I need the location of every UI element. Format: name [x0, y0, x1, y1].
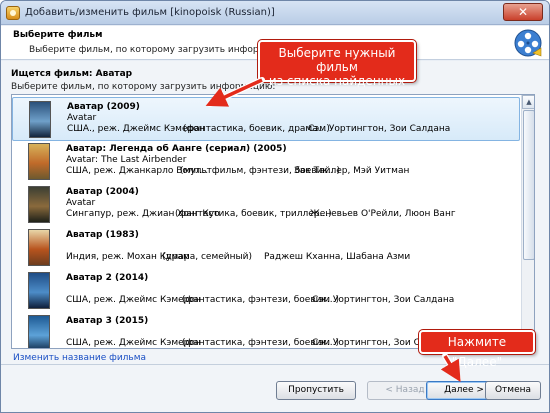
callout-press-next: Нажмите "Далее": [419, 330, 535, 369]
poster-thumbnail: [28, 186, 50, 223]
cancel-button[interactable]: Отмена: [485, 381, 541, 400]
result-country-director: США, реж. Джеймс Кэмерон: [66, 338, 201, 348]
result-original-title: Avatar: The Last Airbender: [66, 155, 187, 165]
poster-thumbnail: [29, 101, 51, 138]
result-row[interactable]: Аватар (2004) Avatar Сингапур, реж. Джиан …: [12, 183, 520, 227]
result-actors: Зак Тайлер, Мэй Уитман: [294, 166, 410, 176]
result-actors: Раджеш Кханна, Шабана Азми: [264, 252, 411, 262]
title-bar[interactable]: Добавить/изменить фильм [kinopoisk (Russ…: [1, 1, 549, 25]
result-title: Аватар (2009): [67, 102, 140, 112]
result-title: Аватар: Легенда об Аанге (сериал) (2005): [66, 144, 287, 154]
result-row[interactable]: Аватар: Легенда об Аанге (сериал) (2005)…: [12, 140, 520, 184]
skip-button[interactable]: Пропустить: [276, 381, 356, 400]
header-subtitle: Выберите фильм, по которому загрузить ин…: [29, 45, 294, 55]
scrollbar-thumb[interactable]: [523, 110, 534, 260]
search-subtitle: Выберите фильм, по которому загрузить ин…: [11, 82, 276, 92]
edit-title-link[interactable]: Изменить название фильма: [13, 353, 146, 363]
result-title: Аватар 2 (2014): [66, 273, 149, 283]
poster-thumbnail: [28, 272, 50, 309]
scrollbar[interactable]: ▲ ▼: [521, 95, 534, 348]
app-icon: [6, 6, 20, 20]
result-original-title: Avatar: [66, 198, 96, 208]
result-title: Аватар (1983): [66, 230, 139, 240]
result-original-title: Avatar: [67, 113, 97, 123]
callout-select-film: Выберите нужный фильм из списка найденны…: [258, 40, 416, 88]
result-country-director: США, реж. Джеймс Кэмерон: [66, 295, 201, 305]
result-actors: Сэм Уортингтон, Зои Салдана: [308, 124, 451, 134]
result-actors: Сэм Уортингтон, Зои Салдана: [312, 295, 455, 305]
close-button[interactable]: ✕: [503, 3, 543, 21]
poster-thumbnail: [28, 229, 50, 266]
result-genres: (драма, семейный): [162, 252, 252, 262]
callout-select-line2: из списка найденных: [268, 74, 406, 88]
scroll-up-icon[interactable]: ▲: [522, 95, 534, 109]
poster-thumbnail: [28, 143, 50, 180]
result-row[interactable]: Аватар (2009) Avatar США., реж. Джеймс Кэм…: [12, 97, 520, 141]
result-row[interactable]: Аватар 2 (2014) США, реж. Джеймс Кэмерон(…: [12, 269, 520, 313]
poster-thumbnail: [28, 315, 50, 348]
search-title: Ищется фильм: Аватар: [11, 69, 133, 79]
result-actors: Женевьев О'Рейли, Люон Ванг: [310, 209, 456, 219]
header-title: Выберите фильм: [13, 30, 103, 40]
film-reel-icon: [514, 29, 542, 57]
results-list[interactable]: Аватар 3 (2015) США, реж. Джеймс Кэмерон (…: [11, 94, 535, 349]
result-title: Аватар 3 (2015): [66, 316, 149, 326]
result-title: Аватар (2004): [66, 187, 139, 197]
window-title: Добавить/изменить фильм [kinopoisk (Russ…: [25, 7, 275, 18]
result-row[interactable]: Аватар (1983) Индия, реж. Мохан Кумар (дра…: [12, 226, 520, 270]
result-genres: (фантастика, боевик, триллер...): [175, 209, 332, 219]
callout-select-line1: Выберите нужный фильм: [278, 46, 396, 74]
